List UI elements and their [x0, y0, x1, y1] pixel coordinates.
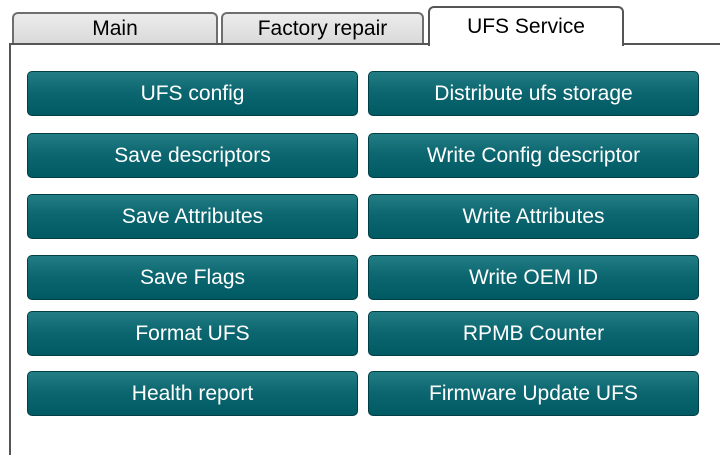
save-descriptors-button[interactable]: Save descriptors — [27, 133, 358, 178]
ufs-config-button[interactable]: UFS config — [27, 71, 358, 116]
distribute-ufs-storage-button[interactable]: Distribute ufs storage — [368, 71, 699, 116]
health-report-button[interactable]: Health report — [27, 371, 358, 416]
tab-ufs-service[interactable]: UFS Service — [428, 6, 624, 46]
format-ufs-button[interactable]: Format UFS — [27, 311, 358, 356]
write-config-descriptor-button[interactable]: Write Config descriptor — [368, 133, 699, 178]
firmware-update-ufs-button[interactable]: Firmware Update UFS — [368, 371, 699, 416]
save-flags-button[interactable]: Save Flags — [27, 255, 358, 300]
save-attributes-button[interactable]: Save Attributes — [27, 194, 358, 239]
tab-factory-repair[interactable]: Factory repair — [221, 12, 424, 44]
ufs-service-window: Main Factory repair UFS Service UFS conf… — [0, 0, 720, 455]
write-attributes-button[interactable]: Write Attributes — [368, 194, 699, 239]
rpmb-counter-button[interactable]: RPMB Counter — [368, 311, 699, 356]
write-oem-id-button[interactable]: Write OEM ID — [368, 255, 699, 300]
ufs-service-panel: UFS config Distribute ufs storage Save d… — [9, 43, 720, 455]
tab-main[interactable]: Main — [12, 12, 218, 44]
